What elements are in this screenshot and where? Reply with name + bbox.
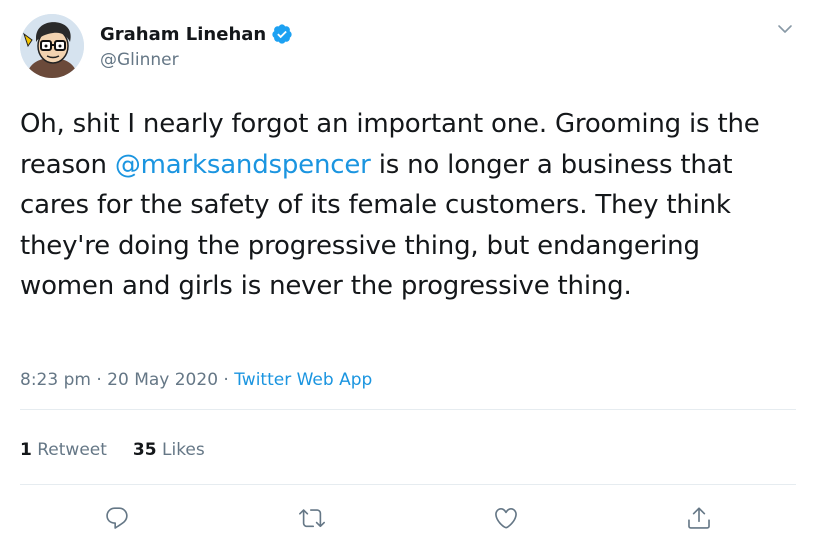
- verified-badge-icon: [271, 23, 293, 45]
- like-icon: [495, 507, 517, 529]
- tweet-date[interactable]: 20 May 2020: [107, 370, 218, 390]
- tweet-stats: 1 Retweet 35 Likes: [20, 440, 205, 460]
- tweet-actions: [0, 500, 816, 536]
- tweet-text: Oh, shit I nearly forgot an important on…: [20, 104, 800, 307]
- retweets-count: 1: [20, 440, 32, 460]
- cartoon-avatar: [20, 14, 84, 78]
- tweet-meta: 8:23 pm · 20 May 2020 · Twitter Web App: [20, 370, 372, 390]
- likes-stat[interactable]: 35 Likes: [133, 440, 205, 460]
- tweet-source-link[interactable]: Twitter Web App: [234, 370, 372, 390]
- tweet-time[interactable]: 8:23 pm: [20, 370, 91, 390]
- reply-button[interactable]: [99, 500, 135, 536]
- author-display-name[interactable]: Graham Linehan: [100, 24, 266, 45]
- meta-separator: ·: [90, 370, 108, 390]
- chevron-down-icon[interactable]: [776, 20, 794, 38]
- mention-link[interactable]: @marksandspencer: [115, 150, 371, 180]
- retweets-label: Retweet: [37, 440, 107, 460]
- author-handle[interactable]: @Glinner: [100, 50, 179, 70]
- retweet-button[interactable]: [294, 500, 330, 536]
- author-name-row: Graham Linehan: [100, 21, 293, 47]
- reply-icon: [106, 507, 128, 529]
- likes-count: 35: [132, 440, 157, 460]
- likes-label: Likes: [162, 440, 205, 460]
- divider: [20, 484, 796, 485]
- retweet-icon: [299, 509, 325, 528]
- meta-separator: ·: [218, 370, 235, 390]
- divider: [20, 409, 796, 410]
- share-icon: [688, 507, 710, 529]
- like-button[interactable]: [488, 500, 524, 536]
- avatar[interactable]: [20, 14, 84, 78]
- share-button[interactable]: [681, 500, 717, 536]
- retweets-stat[interactable]: 1 Retweet: [20, 440, 107, 460]
